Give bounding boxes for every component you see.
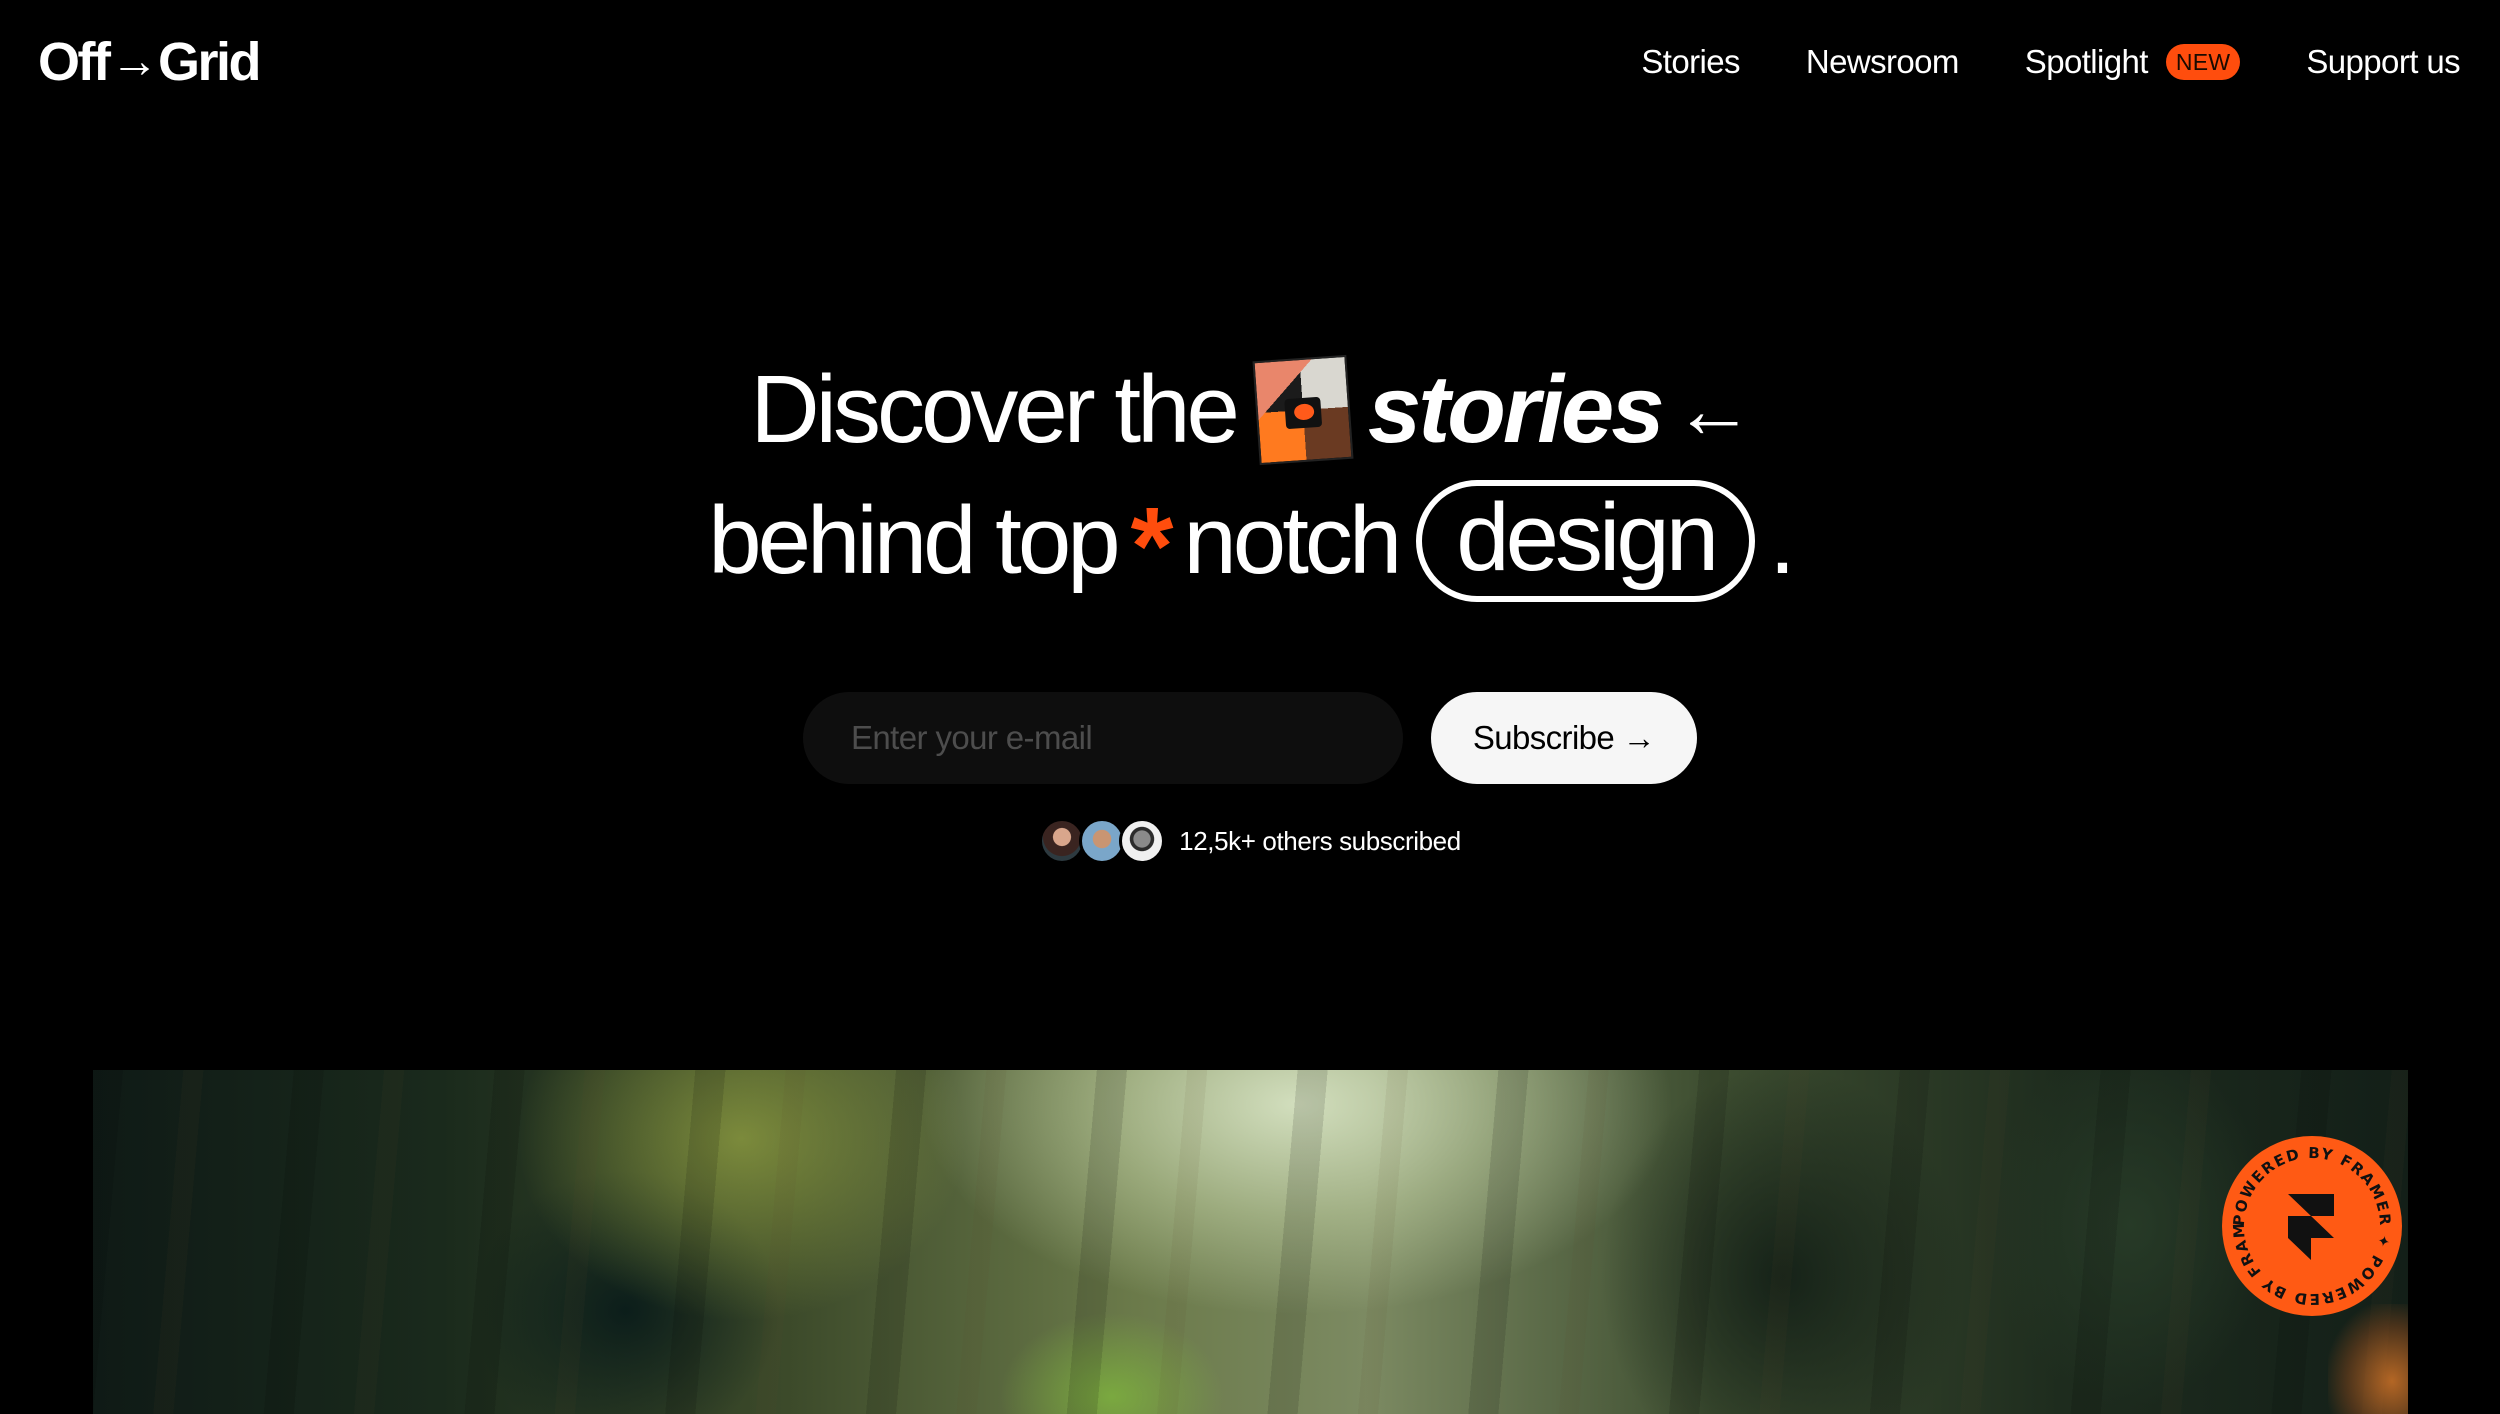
framer-logo-icon (2288, 1194, 2334, 1260)
nav-link-spotlight-label: Spotlight (2024, 43, 2149, 80)
subscribe-form: Subscribe → (0, 692, 2500, 784)
avatar-stack (1039, 818, 1166, 864)
logo-arrow-icon: → (110, 35, 158, 88)
headline-text-stories: stories (1367, 356, 1665, 463)
logo-text-grid: Grid (157, 32, 262, 92)
headline-text-discover: Discover the (750, 356, 1240, 463)
headline-line-2: behind top * notch design . (0, 480, 2500, 602)
subscriber-count: 12,5k+ others subscribed (1179, 825, 1461, 856)
new-badge: NEW (2165, 44, 2241, 80)
logo[interactable]: Off → Grid (38, 30, 262, 94)
powered-by-framer-badge[interactable]: POWERED BY FRAMER ✦ POWERED BY FRAMER ✦ (2222, 1136, 2402, 1316)
page: Off → Grid Stories Newsroom Spotlight NEW … (0, 0, 2500, 1414)
nav-links: Stories Newsroom Spotlight NEW Support u… (1641, 38, 2461, 86)
nav-link-spotlight[interactable]: Spotlight NEW (2025, 38, 2241, 86)
nav-link-support-us[interactable]: Support us (2306, 38, 2460, 86)
hero-headline: Discover the stories ← behind top * notc… (0, 350, 2500, 602)
logo-text-off: Off (38, 32, 111, 92)
nav-link-stories[interactable]: Stories (1641, 38, 1740, 86)
top-nav: Off → Grid Stories Newsroom Spotlight NEW … (0, 0, 2500, 125)
social-proof: 12,5k+ others subscribed (0, 818, 2500, 864)
nav-link-newsroom[interactable]: Newsroom (1806, 38, 1960, 86)
headline-text-behind-top: behind top (708, 487, 1120, 594)
headline-text-notch: notch (1183, 487, 1402, 594)
image-detail (2328, 1304, 2408, 1414)
asterisk-icon: * (1130, 485, 1174, 608)
arrow-left-icon: ← (1673, 365, 1754, 454)
headline-line-1: Discover the stories ← (0, 350, 2500, 470)
subscribe-button[interactable]: Subscribe → (1431, 692, 1697, 784)
headline-period: . (1769, 487, 1796, 594)
hero-jungle-image (93, 1070, 2408, 1414)
collage-thumbnail-icon (1252, 354, 1354, 466)
email-input[interactable] (803, 692, 1403, 784)
headline-pill-design: design (1416, 480, 1756, 602)
framer-badge-graphic: POWERED BY FRAMER ✦ POWERED BY FRAMER ✦ (2222, 1136, 2393, 1308)
avatar-icon (1119, 818, 1166, 864)
